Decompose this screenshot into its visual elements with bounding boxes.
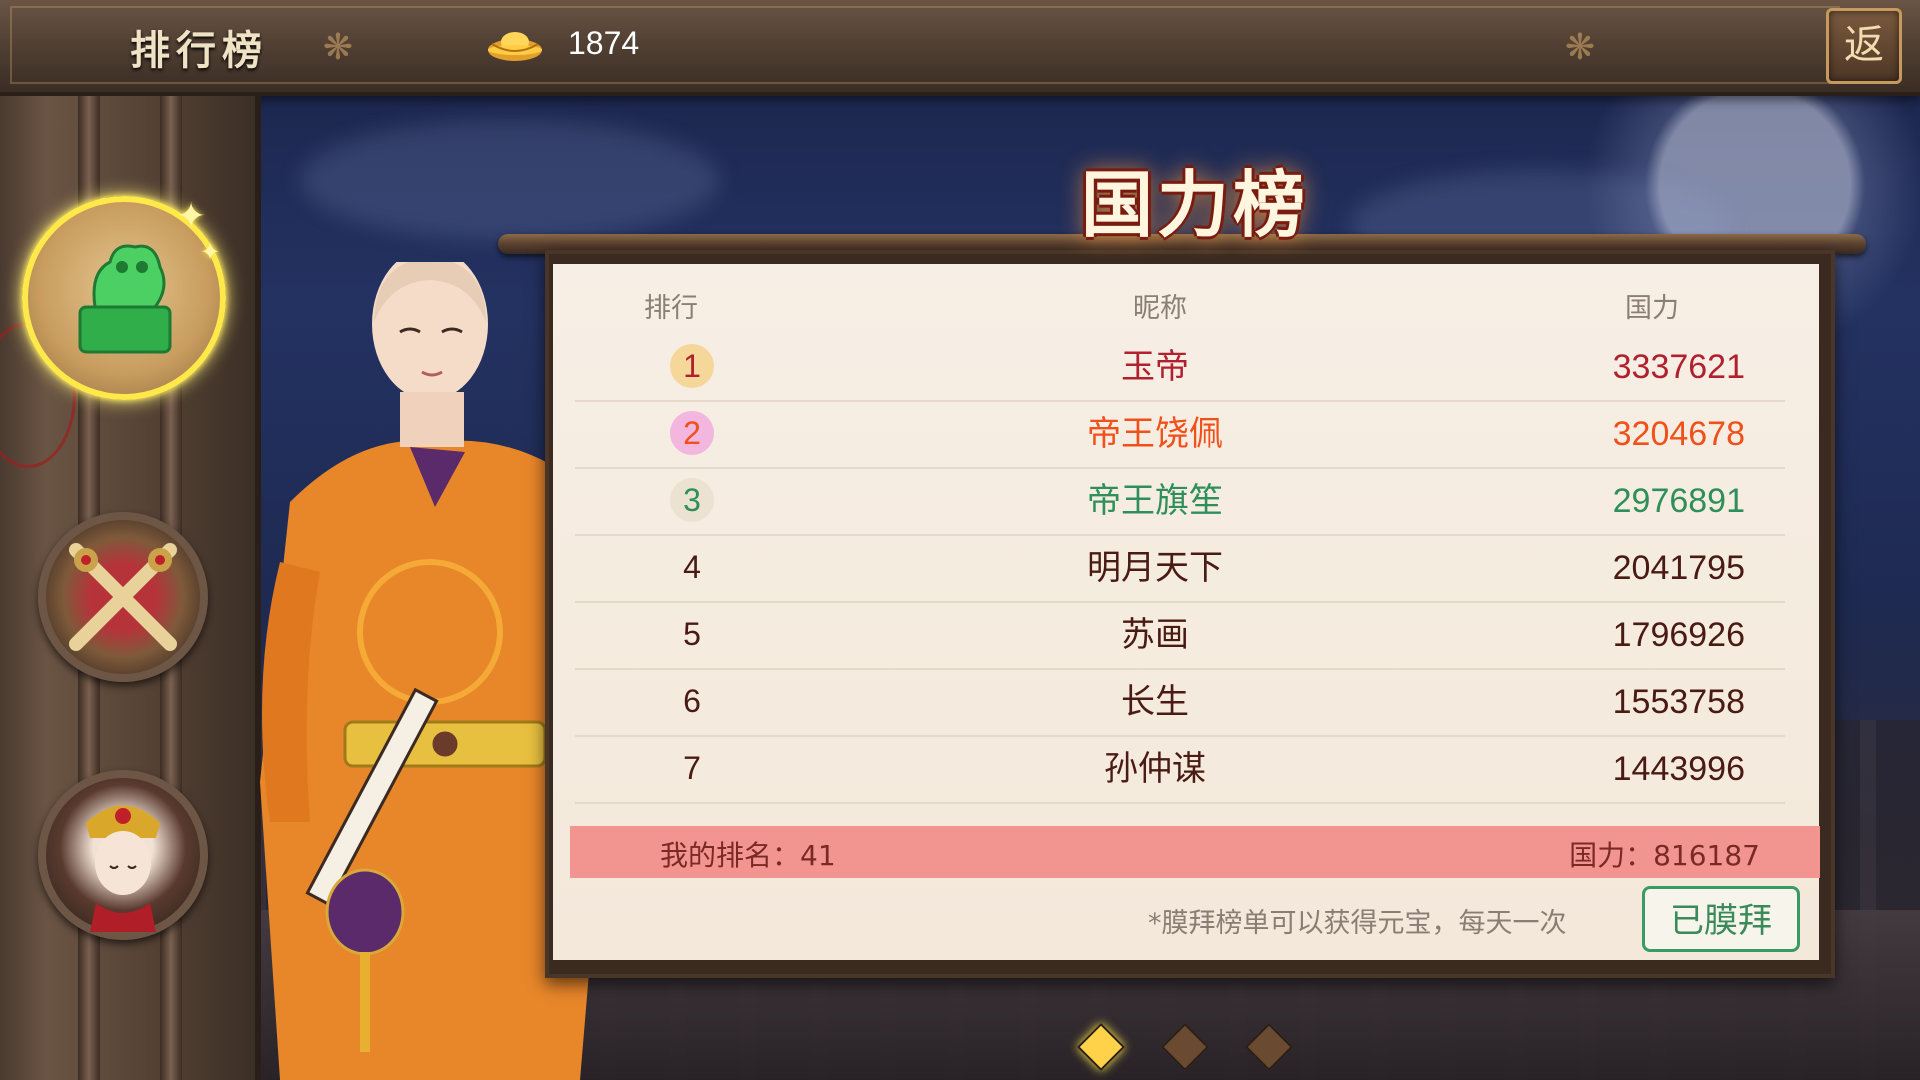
crossed-swords-icon xyxy=(69,543,177,651)
ornament-icon: ❋ xyxy=(1564,27,1596,68)
header-power: 国力 xyxy=(1625,293,1679,324)
player-nickname: 苏画 xyxy=(1121,615,1189,655)
player-power: 3204678 xyxy=(1612,415,1745,453)
rank-number: 1 xyxy=(670,344,714,388)
player-power: 2041795 xyxy=(1612,549,1745,587)
table-row[interactable]: 5 苏画 1796926 xyxy=(575,602,1785,670)
top-bar: 排行榜 ❋ 1874 ❋ xyxy=(0,0,1920,96)
table-row[interactable]: 2 帝王饶佩 3204678 xyxy=(575,401,1785,469)
empress-portrait-icon xyxy=(86,805,160,932)
jade-seal-icon xyxy=(78,244,172,354)
ornament-icon: ❋ xyxy=(322,27,354,68)
player-nickname: 玉帝 xyxy=(1121,347,1189,387)
worship-button[interactable]: 已膜拜 xyxy=(1642,886,1800,952)
player-power: 1443996 xyxy=(1612,750,1745,788)
my-power: 国力：816187 xyxy=(1569,839,1760,872)
table-row[interactable]: 1 玉帝 3337621 xyxy=(575,334,1785,402)
board-title-banner: 国力榜 xyxy=(1050,145,1340,265)
my-rank: 我的排名：41 xyxy=(660,839,836,872)
rank-number: 5 xyxy=(683,616,701,652)
rank-number: 7 xyxy=(683,750,701,786)
sidebar-item-battle[interactable] xyxy=(38,512,208,682)
page-title: 排行榜 xyxy=(130,27,268,74)
rank-number: 2 xyxy=(670,411,714,455)
player-power: 2976891 xyxy=(1612,482,1745,520)
return-icon: 返 xyxy=(1844,22,1884,68)
sparkle-icon: ✦ xyxy=(200,238,221,266)
board-title: 国力榜 xyxy=(1080,162,1309,247)
rank-number: 4 xyxy=(683,549,701,585)
gold-amount: 1874 xyxy=(568,25,640,61)
player-nickname: 帝王饶佩 xyxy=(1087,414,1223,454)
my-rank-bar: 我的排名：41 国力：816187 xyxy=(570,826,1820,878)
header-rank: 排行 xyxy=(644,293,698,324)
player-nickname: 长生 xyxy=(1121,682,1189,722)
player-nickname: 帝王旗笙 xyxy=(1087,481,1223,521)
table-row[interactable]: 4 明月天下 2041795 xyxy=(575,535,1785,603)
player-nickname: 孙仲谋 xyxy=(1104,749,1206,789)
gold-ingot-icon xyxy=(488,32,542,61)
player-power: 3337621 xyxy=(1612,348,1745,386)
worship-note: *膜拜榜单可以获得元宝，每天一次 xyxy=(1148,908,1567,939)
player-power: 1553758 xyxy=(1612,683,1745,721)
table-row[interactable]: 7 孙仲谋 1443996 xyxy=(575,736,1785,804)
player-power: 1796926 xyxy=(1612,616,1745,654)
table-row[interactable]: 3 帝王旗笙 2976891 xyxy=(575,468,1785,536)
table-row[interactable]: 6 长生 1553758 xyxy=(575,669,1785,737)
player-nickname: 明月天下 xyxy=(1087,548,1223,588)
return-button[interactable]: 返 xyxy=(1826,8,1902,84)
header-nickname: 昵称 xyxy=(1133,293,1187,324)
sidebar-item-consort[interactable] xyxy=(38,770,208,940)
rank-number: 3 xyxy=(670,478,714,522)
rank-number: 6 xyxy=(683,683,701,719)
sparkle-icon: ✦ xyxy=(176,196,207,237)
